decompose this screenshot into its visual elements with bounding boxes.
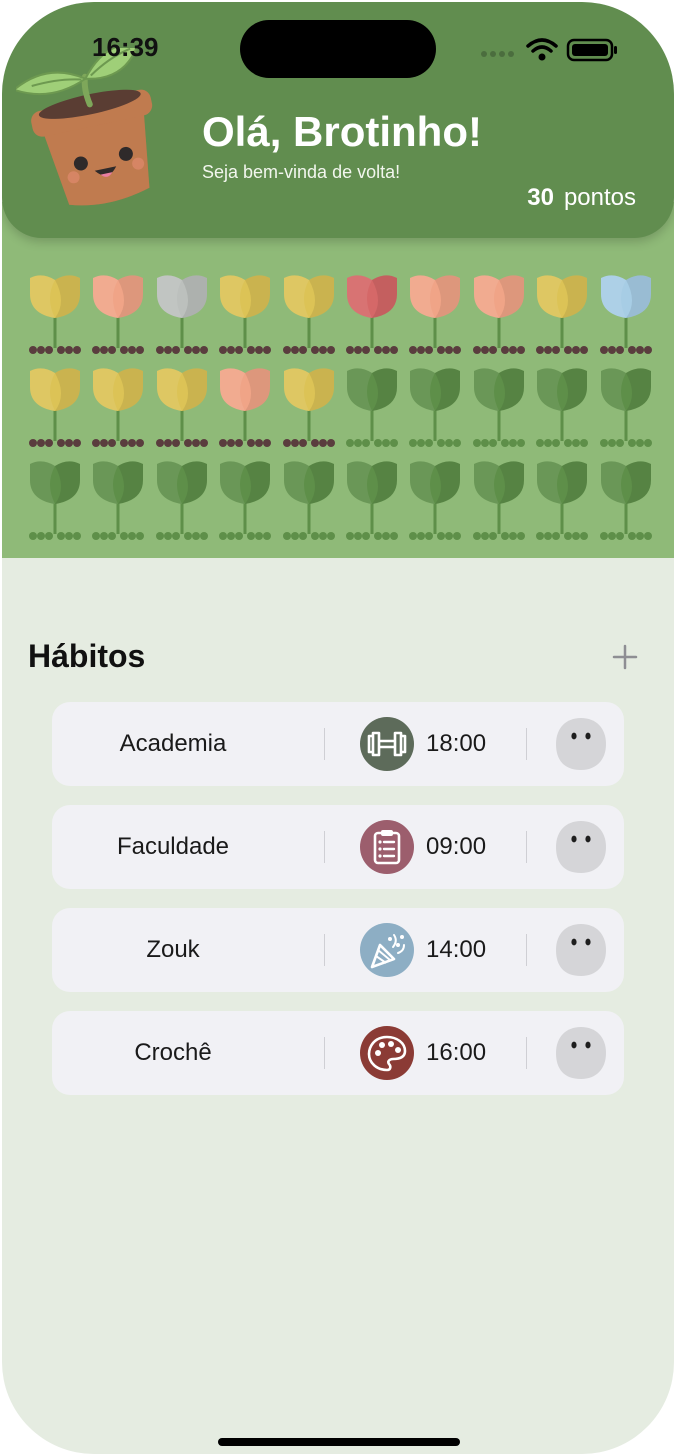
sprout-leaf-icon xyxy=(346,461,398,540)
flower-icon xyxy=(29,368,81,447)
flower-icon xyxy=(155,368,208,447)
sprout-leaf-icon xyxy=(219,461,272,540)
flower-icon xyxy=(29,275,81,354)
sprout-leaf-icon xyxy=(599,461,652,540)
habit-name: Crochê xyxy=(134,1039,212,1066)
flower-icon xyxy=(409,275,462,354)
divider xyxy=(324,728,325,760)
wifi-dot-icon xyxy=(538,53,546,61)
seed-status-icon[interactable] xyxy=(552,920,610,980)
dynamic-island xyxy=(240,20,436,78)
sprout-leaf-icon xyxy=(282,461,335,540)
status-time: 16:39 xyxy=(92,32,159,62)
habit-time: 14:00 xyxy=(426,936,487,963)
sprout-leaf-icon xyxy=(409,368,462,447)
flower-icon xyxy=(92,368,145,447)
sprout-leaf-icon xyxy=(472,368,525,447)
habit-name: Zouk xyxy=(146,936,200,963)
divider xyxy=(526,831,527,863)
status-icons xyxy=(481,38,617,62)
flower-garden xyxy=(2,202,674,558)
habit-card[interactable]: Zouk 14:00 xyxy=(52,908,624,992)
sprout-leaf-icon xyxy=(92,461,145,540)
divider xyxy=(324,1037,325,1069)
points-display: 30 pontos xyxy=(527,184,636,212)
habit-card[interactable]: Academia 18:00 xyxy=(52,702,624,786)
sprout-leaf-icon xyxy=(29,461,81,540)
home-indicator[interactable] xyxy=(218,1438,460,1446)
sprout-leaf-icon xyxy=(155,461,208,540)
divider xyxy=(526,1037,527,1069)
greeting-title: Olá, Brotinho! xyxy=(202,108,482,155)
flower-icon xyxy=(282,275,335,354)
cellular-icon xyxy=(481,51,514,57)
points-label: pontos xyxy=(563,184,636,211)
habits-title: Hábitos xyxy=(28,638,146,674)
points-value: 30 xyxy=(527,184,554,211)
habit-time: 09:00 xyxy=(426,833,487,860)
plus-icon[interactable] xyxy=(608,640,642,674)
flower-icon xyxy=(92,275,145,354)
sprout-leaf-icon xyxy=(599,368,652,447)
divider xyxy=(526,934,527,966)
flower-icon xyxy=(219,368,272,447)
flower-icon xyxy=(536,275,589,354)
sprout-leaf-icon xyxy=(346,368,398,447)
sprout-pot-mascot xyxy=(16,48,153,206)
habit-name: Faculdade xyxy=(116,833,230,860)
greeting-subtitle: Seja bem-vinda de volta! xyxy=(202,162,401,182)
palette-icon xyxy=(360,1026,414,1080)
sprout-leaf-icon xyxy=(536,461,589,540)
flower-icon xyxy=(472,275,525,354)
party-popper-icon xyxy=(360,923,414,977)
seed-status-icon[interactable] xyxy=(552,714,610,774)
divider xyxy=(526,728,527,760)
flower-icon xyxy=(282,368,335,447)
flower-icon xyxy=(599,275,652,354)
sprout-leaf-icon xyxy=(409,461,462,540)
divider xyxy=(324,934,325,966)
dumbbell-icon xyxy=(360,717,414,771)
sprout-leaf-icon xyxy=(536,368,589,447)
app-screen: 16:39 Olá, Brotinho! Seja bem-vinda de v… xyxy=(2,2,674,1454)
habit-time: 16:00 xyxy=(426,1039,487,1066)
habit-card[interactable]: Crochê 16:00 xyxy=(52,1011,624,1095)
habit-card[interactable]: Faculdade 09:00 xyxy=(52,805,624,889)
wifi-icon xyxy=(526,38,558,53)
flower-icon xyxy=(346,275,398,354)
seed-status-icon[interactable] xyxy=(552,1023,610,1083)
flower-icon xyxy=(219,275,272,354)
divider xyxy=(324,831,325,863)
habit-name: Academia xyxy=(119,730,227,757)
habit-time: 18:00 xyxy=(426,730,487,757)
seed-status-icon[interactable] xyxy=(552,817,610,877)
battery-icon xyxy=(566,38,617,62)
sprout-leaf-icon xyxy=(472,461,525,540)
flower-icon xyxy=(155,275,208,354)
clipboard-icon xyxy=(360,820,414,874)
